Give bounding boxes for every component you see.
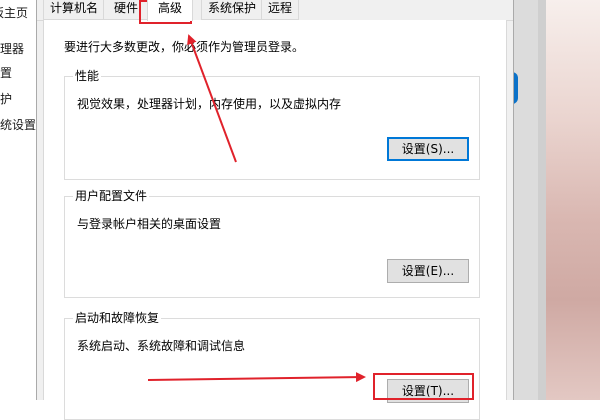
performance-group: 性能 视觉效果，处理器计划，内存使用，以及虚拟内存 设置(S)... bbox=[64, 69, 480, 180]
admin-notice: 要进行大多数更改，你必须作为管理员登录。 bbox=[64, 40, 305, 54]
tab-system-protection[interactable]: 系统保护 bbox=[201, 0, 263, 20]
tab-computer-name[interactable]: 计算机名 bbox=[43, 0, 105, 20]
tab-remote[interactable]: 远程 bbox=[261, 0, 299, 20]
background-photo bbox=[546, 0, 600, 400]
user-profiles-settings-button[interactable]: 设置(E)... bbox=[387, 259, 469, 283]
advanced-tab-panel: 要进行大多数更改，你必须作为管理员登录。 性能 视觉效果，处理器计划，内存使用，… bbox=[43, 20, 507, 420]
background-link-system-protection[interactable]: 护 bbox=[0, 90, 12, 107]
user-profiles-group-title: 用户配置文件 bbox=[73, 189, 150, 203]
background-right-area bbox=[512, 0, 600, 400]
user-profiles-description: 与登录帐户相关的桌面设置 bbox=[77, 217, 222, 231]
performance-description: 视觉效果，处理器计划，内存使用，以及虚拟内存 bbox=[77, 97, 342, 111]
system-properties-dialog: 计算机名 硬件 高级 系统保护 远程 要进行大多数更改，你必须作为管理员登录。 … bbox=[36, 0, 514, 420]
user-profiles-group: 用户配置文件 与登录帐户相关的桌面设置 设置(E)... bbox=[64, 189, 480, 298]
background-control-panel: 板主页 理器 置 护 统设置 bbox=[0, 0, 36, 400]
startup-recovery-group-title: 启动和故障恢复 bbox=[73, 311, 162, 325]
performance-settings-button[interactable]: 设置(S)... bbox=[387, 137, 469, 161]
performance-group-title: 性能 bbox=[73, 69, 102, 83]
background-link-advanced-settings[interactable]: 统设置 bbox=[0, 116, 36, 133]
startup-recovery-description: 系统启动、系统故障和调试信息 bbox=[77, 339, 246, 353]
startup-recovery-group: 启动和故障恢复 系统启动、系统故障和调试信息 设置(T)... bbox=[64, 311, 480, 420]
background-link-remote-settings[interactable]: 置 bbox=[0, 64, 12, 81]
background-link-home[interactable]: 板主页 bbox=[0, 4, 28, 21]
tab-bar: 计算机名 硬件 高级 系统保护 远程 bbox=[37, 0, 513, 21]
background-link-device-manager[interactable]: 理器 bbox=[0, 40, 24, 57]
highlight-startup-settings-button bbox=[373, 373, 474, 400]
tab-advanced[interactable]: 高级 bbox=[147, 0, 193, 21]
